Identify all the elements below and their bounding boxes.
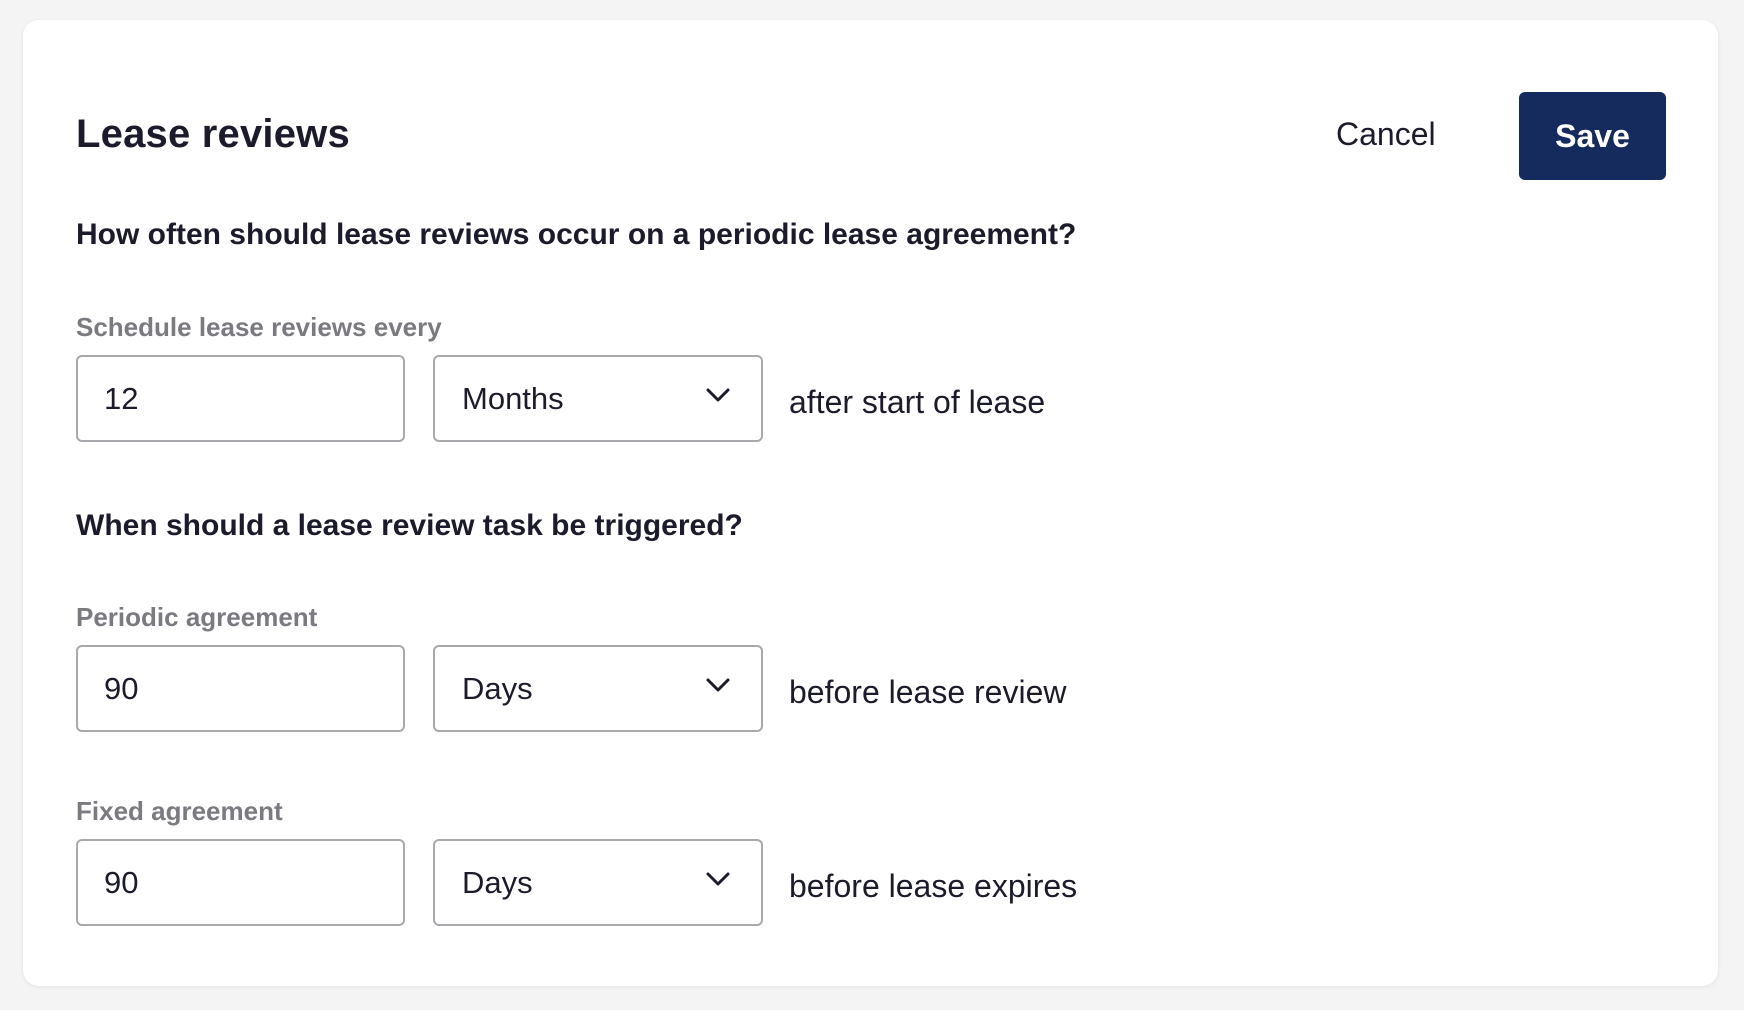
fixed-unit-select[interactable]: Days	[433, 839, 763, 926]
schedule-question: How often should lease reviews occur on …	[76, 218, 1077, 251]
fixed-unit-value: Days	[462, 865, 533, 900]
page-title: Lease reviews	[76, 112, 350, 156]
schedule-suffix: after start of lease	[789, 384, 1046, 420]
lease-reviews-card: Lease reviews Cancel Save How often shou…	[23, 20, 1718, 986]
save-button[interactable]: Save	[1519, 92, 1666, 180]
periodic-unit-value: Days	[462, 671, 533, 706]
periodic-unit-select[interactable]: Days	[433, 645, 763, 732]
schedule-unit-select[interactable]: Months	[433, 355, 763, 442]
schedule-unit-value: Months	[462, 381, 564, 416]
trigger-question: When should a lease review task be trigg…	[76, 509, 743, 542]
periodic-agreement-label: Periodic agreement	[76, 602, 318, 632]
periodic-days-input[interactable]	[76, 645, 405, 732]
fixed-agreement-label: Fixed agreement	[76, 796, 283, 826]
periodic-suffix: before lease review	[789, 674, 1067, 710]
fixed-suffix: before lease expires	[789, 868, 1078, 904]
chevron-down-icon	[706, 678, 730, 692]
cancel-button[interactable]: Cancel	[1336, 116, 1436, 153]
fixed-days-input[interactable]	[76, 839, 405, 926]
schedule-interval-input[interactable]	[76, 355, 405, 442]
chevron-down-icon	[706, 388, 730, 402]
schedule-label: Schedule lease reviews every	[76, 312, 442, 342]
chevron-down-icon	[706, 872, 730, 886]
